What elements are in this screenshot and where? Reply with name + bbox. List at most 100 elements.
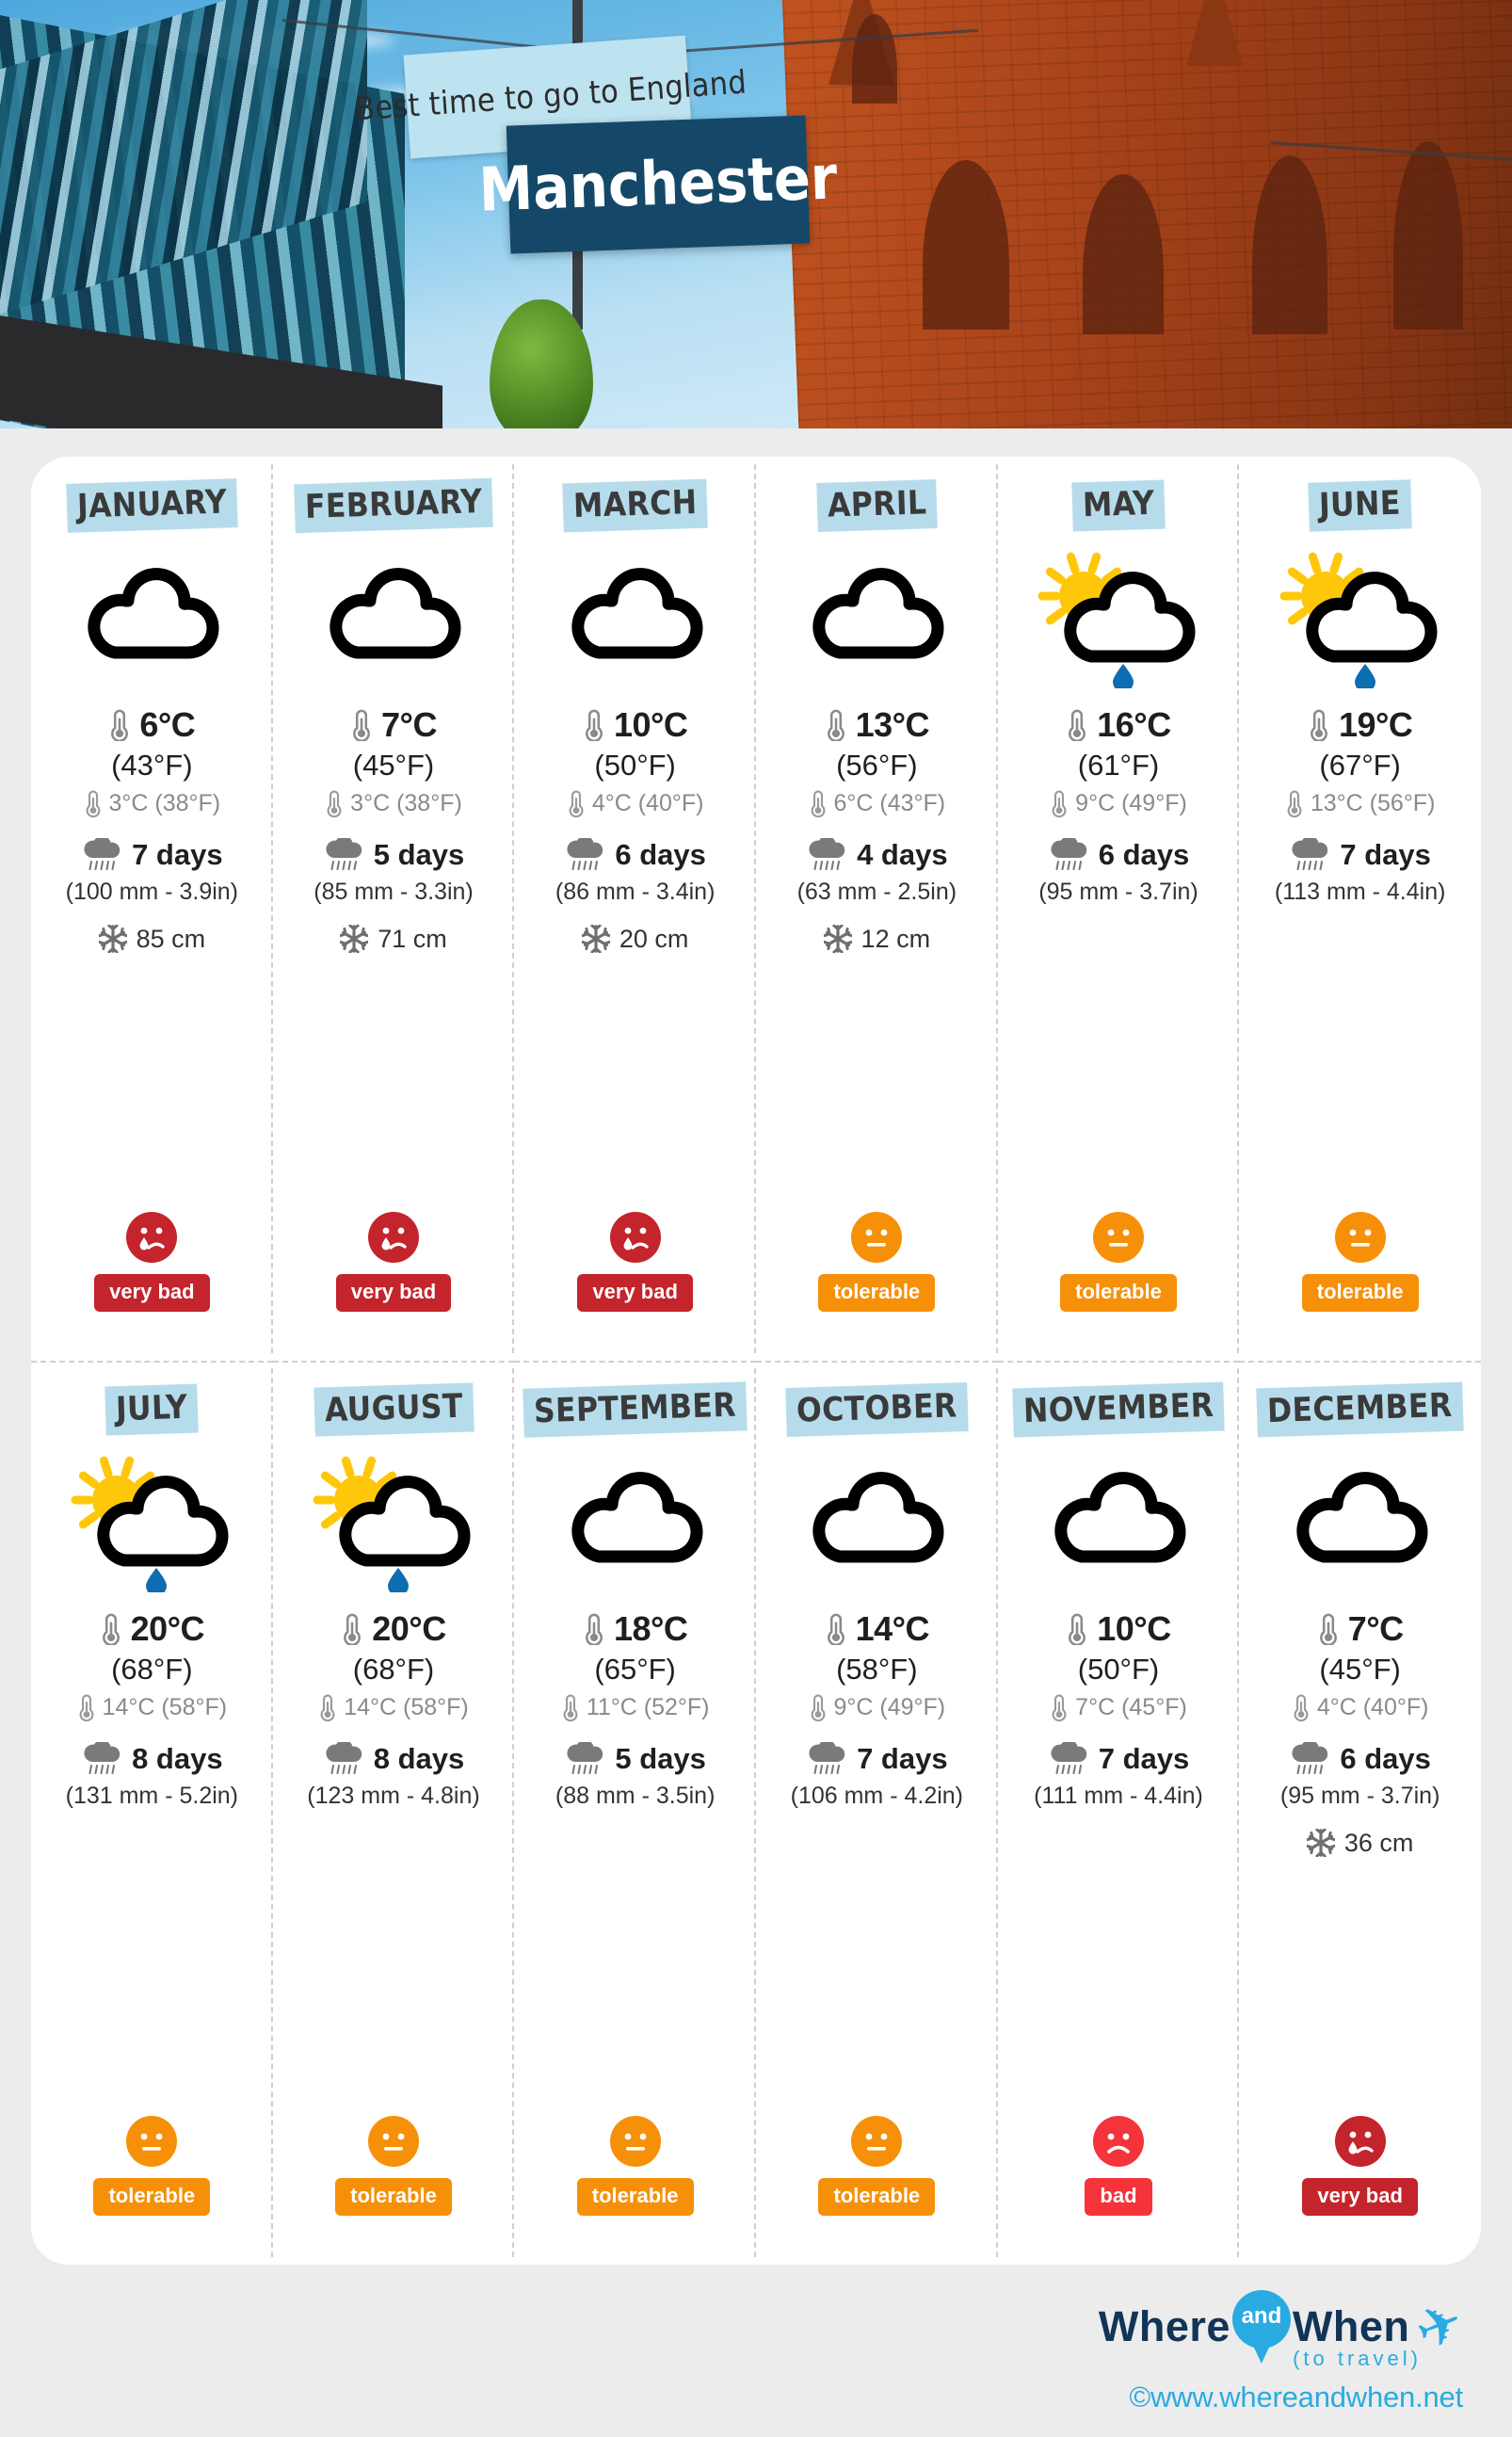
cloud-icon	[1054, 1472, 1186, 1563]
smiley-sad-tear-icon	[609, 1212, 661, 1263]
month-name: JULY	[115, 1388, 189, 1429]
verdict-badge: tolerable	[335, 2178, 452, 2216]
site-url[interactable]: ©www.whereandwhen.net	[1129, 2381, 1463, 2414]
rain-cloud-icon	[1051, 838, 1086, 871]
rain-amount: (95 mm - 3.7in)	[1279, 1783, 1440, 1810]
verdict-badge: very bad	[335, 1274, 452, 1312]
verdict-badge: tolerable	[1301, 1274, 1419, 1312]
rain-amount: (111 mm - 4.4in)	[1034, 1783, 1203, 1810]
rain-amount: (113 mm - 4.4in)	[1274, 879, 1446, 906]
verdict-badge: tolerable	[818, 1274, 936, 1312]
high-temp-fahrenheit: (61°F)	[1077, 749, 1160, 782]
snow-value: 12 cm	[861, 924, 931, 953]
verdict-badge: tolerable	[1060, 1274, 1177, 1312]
high-temp-celsius: 7°C	[381, 705, 437, 744]
rain-amount: (86 mm - 3.4in)	[555, 879, 716, 906]
weather-icon-wrap	[1271, 1451, 1450, 1592]
weather-icon-wrap	[1029, 547, 1208, 688]
high-temp-fahrenheit: (68°F)	[111, 1653, 193, 1686]
high-temp-row: 18°C	[583, 1609, 688, 1649]
smiley-neutral-icon	[851, 1212, 903, 1263]
month-name-tag: OCTOBER	[785, 1381, 969, 1438]
thermometer-icon	[1311, 709, 1327, 742]
months-grid: JANUARY 6°C (43°F) 3°C (38°F) 7 days (10…	[31, 457, 1481, 2265]
high-temp-fahrenheit: (50°F)	[594, 749, 676, 782]
month-cell: MAY 16°C (61°F) 9°C (49°F) 6 days (95 mm…	[998, 457, 1240, 1361]
rain-days-value: 5 days	[615, 1742, 706, 1776]
rain-days-row: 7 days	[1289, 838, 1431, 872]
high-temp-celsius: 20°C	[372, 1609, 446, 1648]
month-name: NOVEMBER	[1022, 1386, 1214, 1431]
low-temp-row: 4°C (40°F)	[567, 790, 704, 817]
rain-amount: (88 mm - 3.5in)	[555, 1783, 716, 1810]
month-cell: APRIL 13°C (56°F) 6°C (43°F) 4 days (63 …	[756, 457, 998, 1361]
hero-city-title: Manchester	[477, 143, 839, 226]
low-temp-value: 6°C (43°F)	[833, 790, 946, 816]
low-temp-value: 14°C (58°F)	[102, 1694, 228, 1720]
rain-cloud-icon	[1292, 838, 1328, 871]
weather-icon-wrap	[546, 1451, 725, 1592]
cloud-icon	[571, 568, 703, 659]
verdict-block: tolerable	[273, 2116, 515, 2216]
verdict-block: tolerable	[514, 2116, 756, 2216]
high-temp-celsius: 20°C	[130, 1609, 205, 1648]
rain-days-value: 6 days	[1340, 1742, 1431, 1776]
month-name-tag: MAY	[1071, 479, 1166, 532]
rain-days-row: 6 days	[1048, 838, 1190, 872]
logo-and-text: and	[1241, 2303, 1282, 2329]
smiley-neutral-icon	[1092, 1212, 1144, 1263]
logo-where-text: Where	[1098, 2302, 1231, 2350]
high-temp-fahrenheit: (68°F)	[352, 1653, 435, 1686]
verdict-badge: tolerable	[576, 2178, 694, 2216]
thermometer-icon	[569, 790, 584, 817]
thermometer-icon	[827, 709, 844, 742]
low-temp-row: 14°C (58°F)	[318, 1694, 469, 1721]
month-name-tag: JANUARY	[65, 478, 238, 533]
high-temp-row: 10°C	[583, 705, 688, 745]
verdict-badge: very bad	[577, 1274, 693, 1312]
weather-icon-wrap	[787, 1451, 966, 1592]
snowflake-icon	[823, 925, 852, 954]
snow-value: 36 cm	[1343, 1828, 1414, 1857]
snowflake-icon	[581, 925, 610, 954]
verdict-block: tolerable	[756, 1212, 998, 1312]
month-name-tag: JULY	[105, 1383, 200, 1436]
low-temp-row: 6°C (43°F)	[809, 790, 946, 817]
rain-days-value: 7 days	[1340, 838, 1431, 872]
smiley-sad-tear-icon	[126, 1212, 178, 1263]
smiley-sad-icon	[1092, 2116, 1144, 2167]
month-cell: FEBRUARY 7°C (45°F) 3°C (38°F) 5 days (8…	[273, 457, 515, 1361]
thermometer-icon	[1319, 1613, 1337, 1646]
high-temp-fahrenheit: (43°F)	[111, 749, 193, 782]
verdict-block: tolerable	[1239, 1212, 1481, 1312]
low-temp-row: 14°C (58°F)	[77, 1694, 228, 1721]
rain-days-row: 8 days	[81, 1742, 223, 1776]
cloud-icon	[571, 1472, 703, 1563]
weather-icon-wrap	[787, 547, 966, 688]
low-temp-value: 4°C (40°F)	[591, 790, 704, 816]
rain-amount: (123 mm - 4.8in)	[307, 1783, 480, 1810]
rain-cloud-icon	[567, 838, 603, 871]
low-temp-value: 3°C (38°F)	[108, 790, 221, 816]
logo-tagline: (to travel)	[1293, 2347, 1422, 2370]
low-temp-row: 9°C (49°F)	[1050, 790, 1187, 817]
month-name: SEPTEMBER	[533, 1386, 737, 1431]
high-temp-fahrenheit: (67°F)	[1319, 749, 1401, 782]
month-cell: JANUARY 6°C (43°F) 3°C (38°F) 7 days (10…	[31, 457, 273, 1361]
snow-row: 85 cm	[98, 923, 205, 955]
smiley-neutral-icon	[367, 2116, 419, 2167]
month-name-tag: DECEMBER	[1256, 1381, 1464, 1438]
thermometer-icon	[563, 1694, 578, 1721]
verdict-block: tolerable	[756, 2116, 998, 2216]
month-name: DECEMBER	[1266, 1386, 1454, 1431]
rain-days-value: 8 days	[132, 1742, 223, 1776]
verdict-badge: bad	[1085, 2178, 1152, 2216]
weather-icon-wrap	[1271, 547, 1450, 688]
month-cell: MARCH 10°C (50°F) 4°C (40°F) 6 days (86 …	[514, 457, 756, 1361]
month-name: OCTOBER	[796, 1387, 958, 1430]
rain-days-value: 6 days	[1098, 838, 1190, 872]
cloud-icon	[812, 568, 944, 659]
low-temp-value: 11°C (52°F)	[586, 1694, 710, 1720]
rain-days-value: 6 days	[615, 838, 706, 872]
rain-days-value: 4 days	[857, 838, 948, 872]
